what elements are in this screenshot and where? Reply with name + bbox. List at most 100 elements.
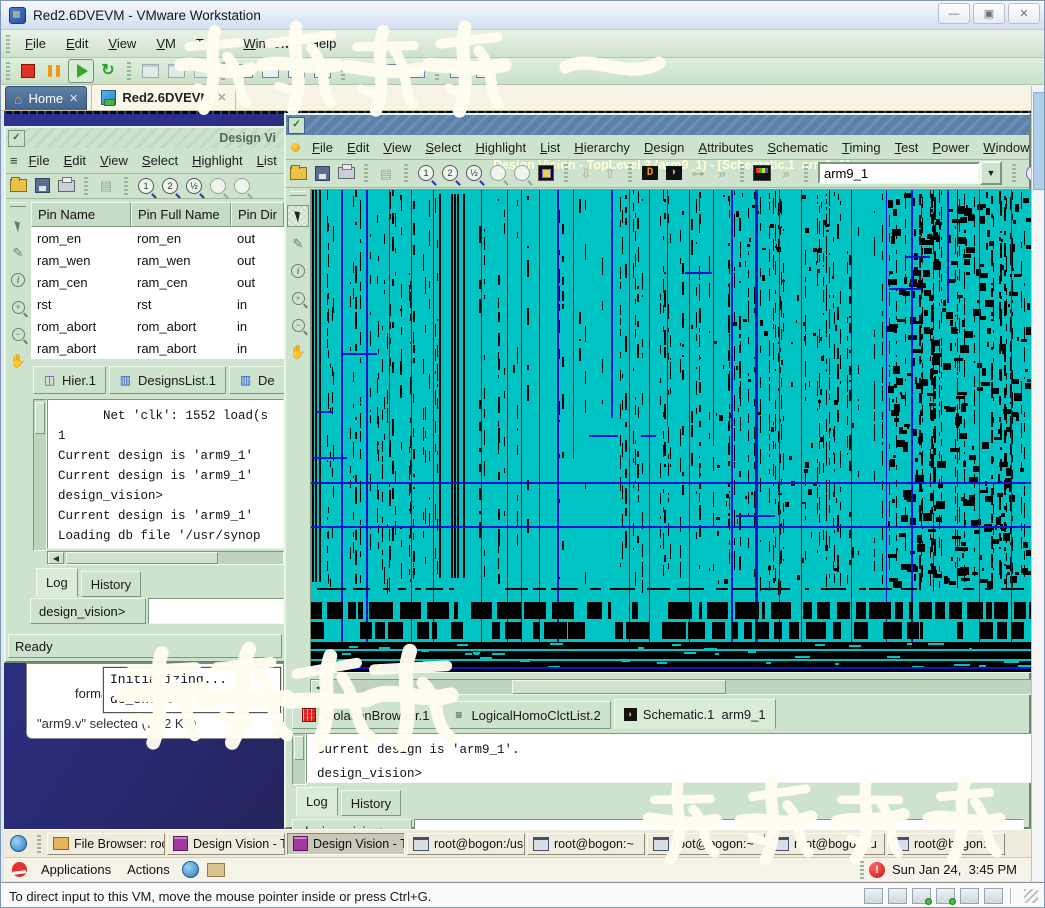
zoom-out-tool-icon[interactable]: − (288, 315, 308, 335)
table-row[interactable]: ram_cenram_cenout (31, 271, 284, 293)
zoom-sel-icon[interactable] (231, 176, 253, 196)
sound-icon[interactable] (936, 888, 955, 904)
fullscreen-icon[interactable] (446, 60, 470, 82)
menu-attributes[interactable]: Attributes (691, 138, 760, 157)
tab-home[interactable]: ⌂ Home ✕ (5, 86, 87, 110)
zoom-two-icon[interactable]: 2 (439, 163, 461, 183)
bg-window-titlebar[interactable]: ✓ Design Vi (6, 128, 284, 148)
dc-shell-terminal[interactable]: Initializing... dc_shell > (103, 667, 281, 713)
display-icon[interactable] (960, 888, 979, 904)
zoom-one-icon[interactable]: 1 (415, 163, 437, 183)
sidebar-icon[interactable] (232, 60, 256, 82)
menu-view[interactable]: View (376, 138, 418, 157)
menu-list[interactable]: List (250, 151, 284, 170)
browser-launcher-icon[interactable] (182, 861, 199, 878)
column-header-pin-dir[interactable]: Pin Dir (231, 202, 284, 227)
revert-icon[interactable] (164, 60, 188, 82)
taskbar-item-file-browser-roo[interactable]: File Browser: roo (47, 833, 165, 855)
panel-grip[interactable] (860, 861, 864, 879)
scroll-left-arrow[interactable]: ◀ (311, 680, 327, 694)
menu-highlight[interactable]: Highlight (185, 151, 250, 170)
zoom-in-tool-icon[interactable]: + (8, 297, 28, 317)
window-menu-icon[interactable]: ✓ (288, 117, 305, 134)
zoom-out-tool-icon[interactable]: − (8, 324, 28, 344)
map-icon[interactable] (751, 163, 773, 183)
info-tool-icon[interactable]: i (288, 261, 308, 281)
log-vertical-scrollbar[interactable] (292, 733, 306, 785)
tab-red26dvevm[interactable]: Red2.6DVEVM ✕ (91, 84, 236, 110)
apply-down-icon[interactable]: ⇩ (575, 163, 597, 183)
taskbar-item-root-bogon-usr[interactable]: root@bogon:/usr (407, 833, 525, 855)
table-row[interactable]: ram_wenram_wenout (31, 249, 284, 271)
table-row[interactable]: rstrstin (31, 293, 284, 315)
vm-console[interactable]: ✓ Design Vi ≡ FileEditViewSelectHighligh… (4, 111, 1031, 881)
menu-tabs[interactable]: Tabs (186, 34, 233, 53)
web-launcher-icon[interactable] (10, 835, 27, 852)
menu-select[interactable]: Select (135, 151, 185, 170)
pencil-tool-icon[interactable]: ✎ (288, 234, 308, 254)
taskbar-item-root-bogon-u[interactable]: root@bogon:/u (767, 833, 885, 855)
tab-schematic-1-arm9-1[interactable]: ◗Schematic.1 arm9_1 (614, 699, 776, 729)
menu-edit[interactable]: Edit (56, 34, 98, 53)
zoom-two-icon[interactable]: 2 (159, 176, 181, 196)
menu-hierarchy[interactable]: Hierarchy (567, 138, 637, 157)
titlebar[interactable]: Red2.6DVEVM - VMware Workstation — ▣ ✕ (1, 1, 1045, 29)
tab-de[interactable]: ▥De (229, 366, 285, 394)
toolbar-grip[interactable] (6, 35, 10, 53)
bg-command-input[interactable] (148, 598, 284, 624)
window-menu-icon[interactable]: ✓ (8, 130, 25, 147)
menu-edit[interactable]: Edit (340, 138, 376, 157)
panel-grip[interactable] (37, 835, 41, 853)
apply-up-icon[interactable]: ⇧ (599, 163, 621, 183)
minimize-button[interactable]: — (938, 3, 970, 24)
menu-view[interactable]: View (98, 34, 146, 53)
toolstrip-handle[interactable] (10, 202, 26, 207)
scroll-thumb[interactable] (1033, 92, 1045, 190)
design-vision-main-window[interactable]: ✓ Design Vi ≡ FileEditViewSelectHighligh… (4, 126, 286, 663)
actions-menu[interactable]: Actions (119, 862, 178, 877)
pointer-tool-icon[interactable] (287, 205, 309, 227)
cd-icon[interactable] (864, 888, 883, 904)
pan-tool-icon[interactable]: ✋ (8, 351, 28, 371)
redhat-menu-icon[interactable] (12, 862, 27, 877)
tab-designslist-1[interactable]: ▥DesignsList.1 (109, 366, 226, 394)
design-vision-schematic-window[interactable]: ✓ Design Vision - TopLevel.2 (arm9_1) - … (284, 113, 1031, 829)
console-vertical-scrollbar[interactable] (1031, 86, 1044, 881)
snapshot-icon[interactable] (138, 60, 162, 82)
design-select[interactable]: ▼ (818, 163, 1002, 183)
stop-icon[interactable] (16, 60, 40, 82)
menu-test[interactable]: Test (888, 138, 926, 157)
table-row[interactable]: ram_abortram_abortin (31, 337, 284, 359)
menu-list[interactable]: List (533, 138, 567, 157)
tab-log[interactable]: Log (36, 568, 78, 597)
file-browser-window[interactable]: formali Initializing... dc_shell > "arm9… (26, 663, 284, 739)
taskbar-item-root-bogon-[interactable]: root@bogon:~ (527, 833, 645, 855)
print-icon[interactable] (55, 176, 77, 196)
restore-button[interactable]: ▣ (973, 3, 1005, 24)
taskbar-item-root-bogon-[interactable]: root@bogon:~ (647, 833, 765, 855)
menu-window[interactable]: Window (976, 138, 1031, 157)
save-icon[interactable] (311, 163, 333, 183)
pin-table[interactable]: Pin NamePin Full NamePin Dirrom_enrom_en… (31, 202, 284, 359)
pencil-tool-icon[interactable]: ✎ (8, 243, 28, 263)
taskbar-item-design-vision-t[interactable]: Design Vision - T (167, 833, 285, 855)
zoom-one-icon[interactable]: 1 (135, 176, 157, 196)
pointer-tool-icon[interactable] (8, 216, 28, 236)
zoom-half-icon[interactable]: ½ (183, 176, 205, 196)
menu-highlight[interactable]: Highlight (468, 138, 533, 157)
taskbar-item-root-bogon-[interactable]: root@bogon:~ (887, 833, 1005, 855)
info-tool-icon[interactable]: i (8, 270, 28, 290)
zoom-in-tool-icon[interactable]: + (288, 288, 308, 308)
appview-icon[interactable] (310, 60, 334, 82)
menu-window[interactable]: Window (233, 34, 299, 53)
chevron[interactable]: » (775, 163, 797, 183)
log-horizontal-scrollbar[interactable]: ◀ (47, 551, 284, 565)
menu-file[interactable]: File (22, 151, 57, 170)
print-icon[interactable] (335, 163, 357, 183)
files-launcher-icon[interactable] (207, 863, 225, 877)
fullscreen-exit-icon[interactable] (984, 888, 1003, 904)
menu-vm[interactable]: VM (146, 34, 186, 53)
summary-icon[interactable] (284, 60, 308, 82)
fg-window-titlebar[interactable]: ✓ Design Vision - TopLevel.2 (arm9_1) - … (286, 115, 1029, 135)
toolbar-grip[interactable] (6, 62, 10, 80)
